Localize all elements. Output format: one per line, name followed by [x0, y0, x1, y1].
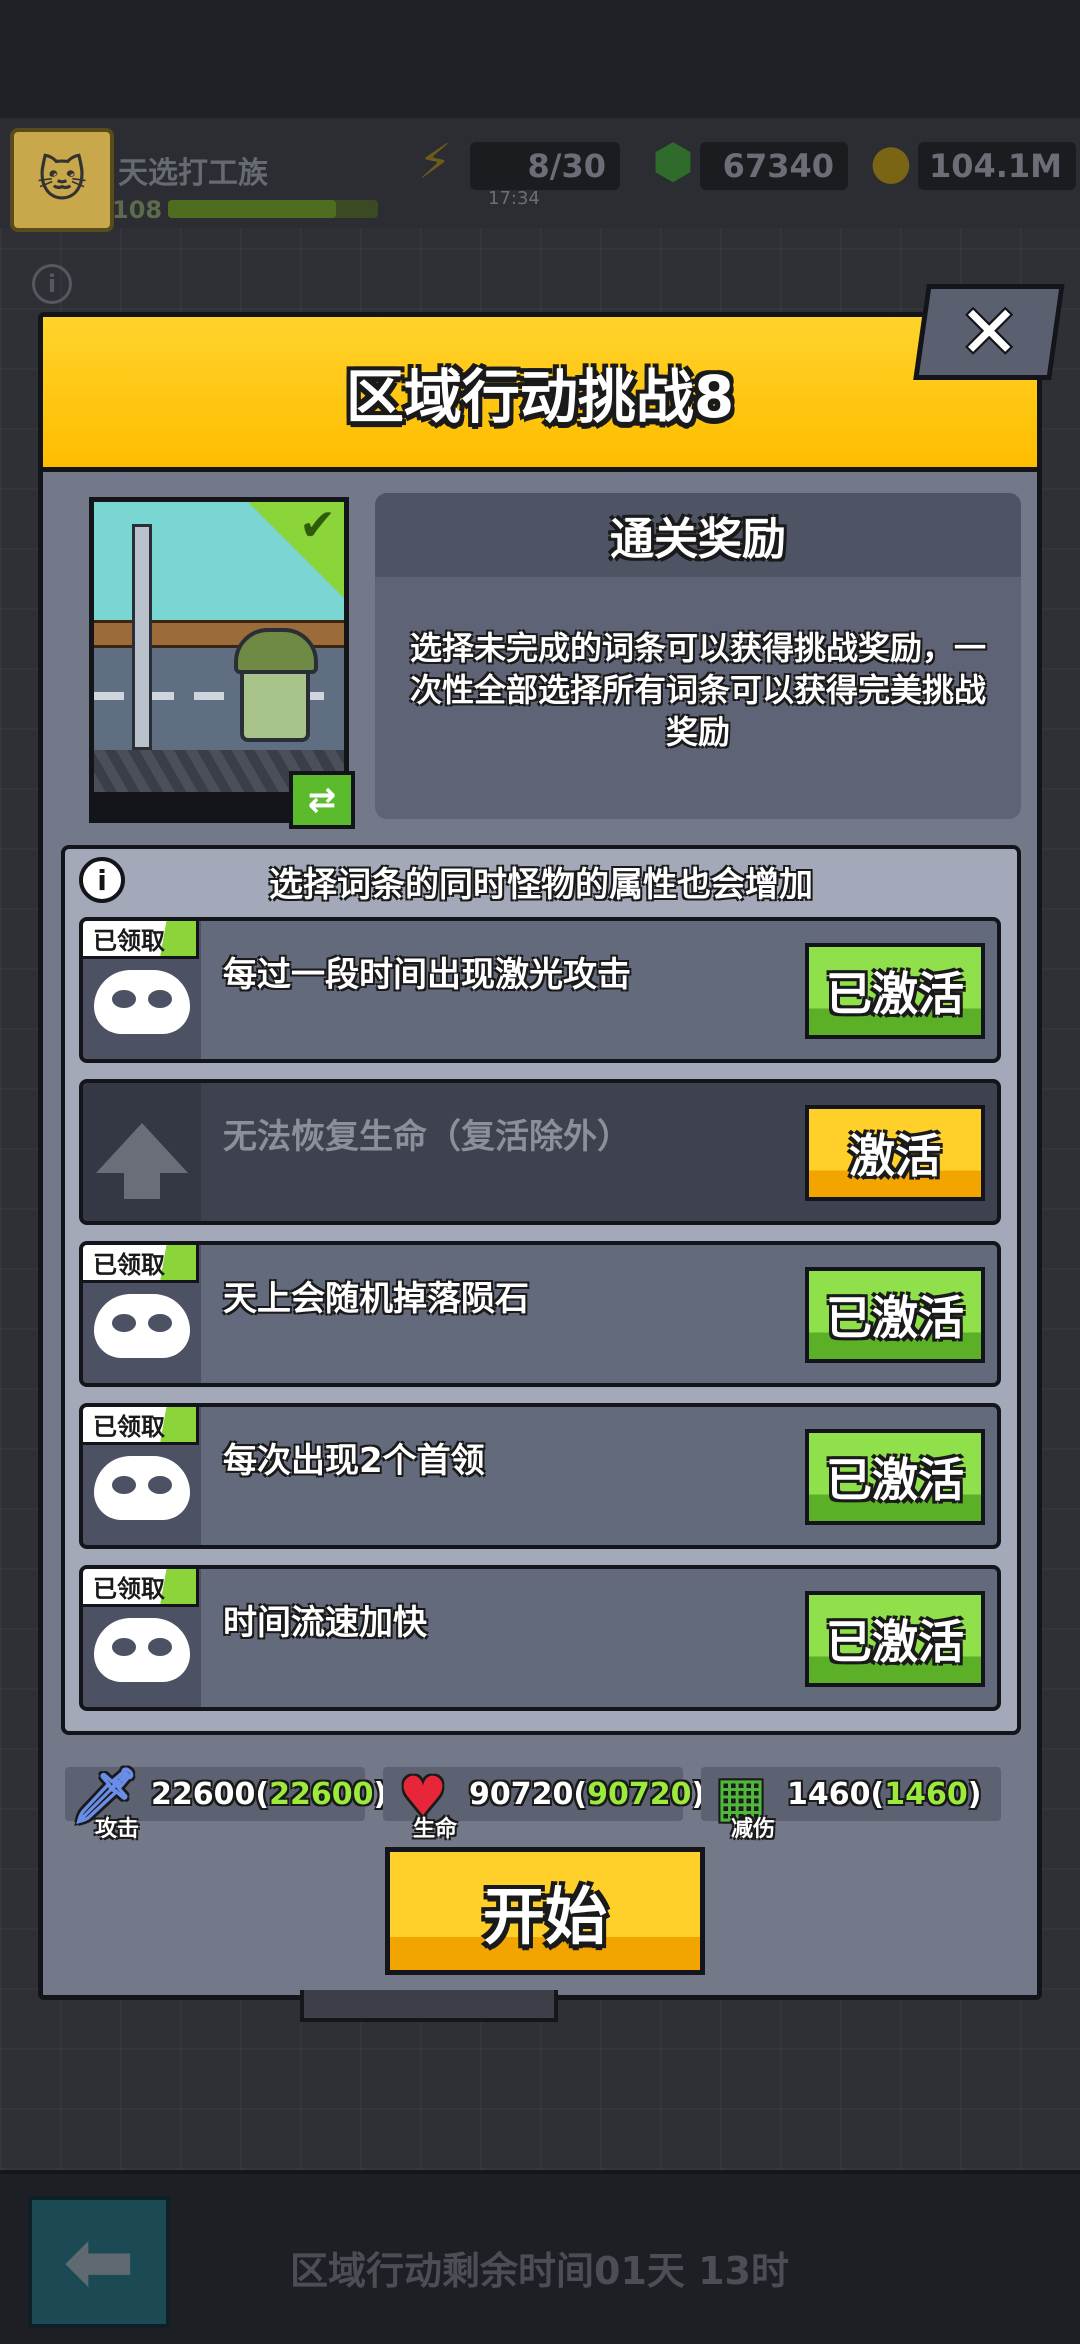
modifier-item: 已领取 时间流速加快 已激活	[79, 1565, 1001, 1711]
skull-icon	[94, 1618, 190, 1682]
player-level: 108	[112, 196, 163, 224]
reward-card: 通关奖励 选择未完成的词条可以获得挑战奖励，一次性全部选择所有词条可以获得完美挑…	[375, 493, 1021, 819]
gem-icon: ⬢	[652, 134, 694, 190]
skull-icon	[94, 970, 190, 1034]
info-icon[interactable]: i	[32, 264, 72, 304]
hp-stat: ♥ 生命 90720(90720)	[383, 1765, 705, 1842]
activated-button[interactable]: 已激活	[805, 1591, 985, 1687]
swap-stage-button[interactable]: ⇄	[289, 771, 355, 829]
modifier-text: 天上会随机掉落陨石	[223, 1279, 529, 1319]
claimed-tag: 已领取	[83, 1245, 199, 1283]
modifier-text: 每次出现2个首领	[223, 1441, 485, 1481]
modal-header: 区域行动挑战8	[43, 317, 1037, 472]
energy-value: 8/30	[527, 147, 606, 185]
modifier-icon-area	[83, 1083, 201, 1221]
coin-icon: ●	[870, 134, 912, 190]
claimed-tag: 已领取	[83, 1407, 199, 1445]
up-arrow-icon	[96, 1123, 188, 1199]
coin-counter[interactable]: 104.1M	[918, 142, 1076, 190]
modifier-item: 无法恢复生命（复活除外） 激活	[79, 1079, 1001, 1225]
attack-bonus: 22600	[269, 1776, 374, 1812]
gem-counter[interactable]: 67340	[700, 142, 848, 190]
check-icon: ✔	[299, 502, 336, 551]
coin-value: 104.1M	[928, 147, 1062, 185]
activate-button[interactable]: 激活	[805, 1105, 985, 1201]
energy-counter[interactable]: 8/30	[470, 142, 620, 190]
energy-icon: ⚡	[418, 134, 452, 190]
modifier-text: 无法恢复生命（复活除外）	[223, 1117, 631, 1157]
modal-title: 区域行动挑战8	[345, 363, 735, 431]
activated-button[interactable]: 已激活	[805, 1429, 985, 1525]
energy-timer: 17:34	[488, 188, 540, 209]
remaining-time: 区域行动剩余时间01天 13时	[290, 2249, 789, 2293]
activated-button[interactable]: 已激活	[805, 1267, 985, 1363]
back-button[interactable]: ⬅	[28, 2196, 170, 2328]
soldier-helmet	[234, 628, 318, 674]
refresh-icon: ⇄	[307, 780, 337, 820]
street-lamp	[132, 524, 152, 750]
back-arrow-icon: ⬅	[62, 2212, 136, 2312]
skull-icon	[94, 1456, 190, 1520]
modifier-text: 时间流速加快	[223, 1603, 427, 1643]
reward-description: 选择未完成的词条可以获得挑战奖励，一次性全部选择所有词条可以获得完美挑战奖励	[409, 629, 986, 751]
modifier-text: 每过一段时间出现激光攻击	[223, 955, 631, 995]
defense-label: 减伤	[731, 1817, 776, 1842]
defense-bonus: 1460	[884, 1776, 968, 1812]
close-button[interactable]: ✕	[913, 284, 1065, 380]
monster-stats: 🗡 攻击 22600(22600) ♥ 生命 90720(90720) ▦ 减伤…	[65, 1757, 1025, 1842]
reward-title: 通关奖励	[375, 493, 1021, 577]
modifier-item: 已领取 每次出现2个首领 已激活	[79, 1403, 1001, 1549]
defense-stat: ▦ 减伤 1460(1460)	[701, 1765, 1001, 1842]
activated-button[interactable]: 已激活	[805, 943, 985, 1039]
player-name: 天选打工族	[118, 156, 268, 191]
hp-bonus: 90720	[587, 1776, 692, 1812]
hp-value: 90720	[469, 1776, 574, 1812]
gem-value: 67340	[722, 147, 834, 185]
attack-label: 攻击	[95, 1817, 140, 1842]
modifier-warning: 选择词条的同时怪物的属性也会增加	[269, 864, 813, 905]
skull-icon	[94, 1294, 190, 1358]
stage-preview-image: ✔	[94, 502, 344, 792]
start-button[interactable]: 开始	[385, 1847, 705, 1975]
close-icon: ✕	[958, 290, 1020, 374]
attack-value: 22600	[151, 1776, 256, 1812]
claimed-tag: 已领取	[83, 921, 199, 959]
stage-preview: ✔ ⇄	[89, 497, 355, 829]
xp-fill	[168, 200, 336, 218]
claimed-tag: 已领取	[83, 1569, 199, 1607]
map-marker	[300, 1990, 558, 2022]
defense-value: 1460	[787, 1776, 871, 1812]
modifier-item: 已领取 每过一段时间出现激光攻击 已激活	[79, 917, 1001, 1063]
challenge-modal: 区域行动挑战8 ✔ ⇄ 通关奖励 选择未完成的词条可以获得挑战奖励，一次性全部选…	[38, 312, 1042, 2000]
hp-label: 生命	[413, 1817, 458, 1842]
attack-stat: 🗡 攻击 22600(22600)	[65, 1764, 387, 1842]
modifier-item: 已领取 天上会随机掉落陨石 已激活	[79, 1241, 1001, 1387]
player-avatar[interactable]: 🐱	[10, 128, 114, 232]
xp-bar	[168, 200, 378, 218]
modifier-list: i 选择词条的同时怪物的属性也会增加 已领取 每过一段时间出现激光攻击 已激活 …	[61, 845, 1021, 1735]
